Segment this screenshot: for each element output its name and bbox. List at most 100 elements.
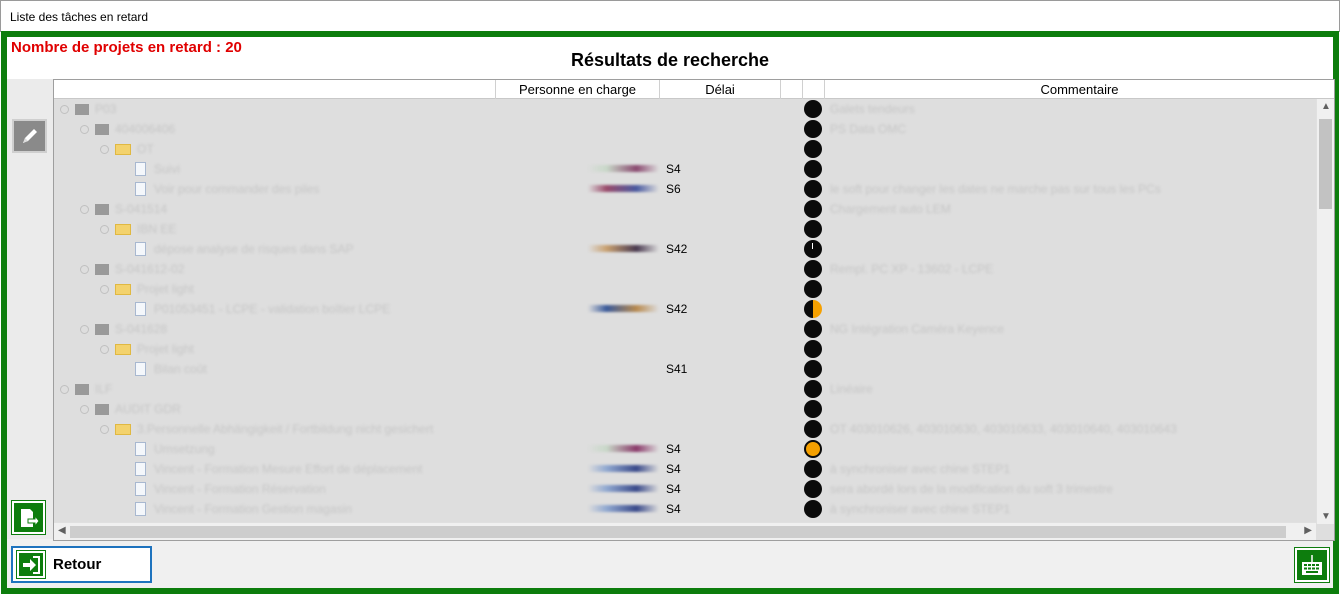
table-row[interactable]: S-041628 NG Intégration Caméra Keyence [54, 319, 1316, 339]
tree-node[interactable]: Bilan coût [120, 361, 207, 377]
column-header-person[interactable]: Personne en charge [495, 80, 659, 99]
tree-node[interactable]: AUDIT GDR [80, 401, 181, 417]
table-row[interactable]: Umsetzung S4 [54, 439, 1316, 459]
delay-value: S4 [666, 462, 681, 476]
delay-value: S4 [666, 502, 681, 516]
tree-node[interactable]: Umsetzung [120, 441, 215, 457]
expander-icon[interactable] [80, 324, 89, 334]
folder-icon [115, 423, 131, 435]
tree-label: ILF [95, 382, 113, 396]
table-row[interactable]: P03 Galets tendeurs [54, 99, 1316, 119]
status-indicator-icon [804, 220, 822, 238]
column-header-status[interactable] [802, 80, 824, 99]
tree-node[interactable]: S-041514 [80, 201, 167, 217]
column-header-blank[interactable] [780, 80, 802, 99]
status-indicator-icon [804, 500, 822, 518]
comment-text: à synchroniser avec chine STEP1 [830, 462, 1011, 476]
document-icon [135, 302, 146, 316]
scroll-right-arrow-icon[interactable]: ▶ [1304, 525, 1312, 536]
table-row[interactable]: Projet light [54, 279, 1316, 299]
table-row[interactable]: Vincent - Formation Mesure Effort de dép… [54, 459, 1316, 479]
tree-label: Projet light [137, 282, 194, 296]
tree-node[interactable]: Vincent - Formation Gestion magasin [120, 501, 352, 517]
column-header-comment[interactable]: Commentaire [824, 80, 1334, 99]
comment-text: à synchroniser avec chine STEP1 [830, 502, 1011, 516]
scroll-down-arrow-icon[interactable]: ▼ [1321, 511, 1331, 522]
document-icon [135, 362, 146, 376]
table-row[interactable]: Bilan coût S41 [54, 359, 1316, 379]
project-icon [95, 123, 109, 135]
expander-icon[interactable] [80, 264, 89, 274]
expander-icon[interactable] [100, 424, 109, 434]
person-in-charge [584, 245, 659, 252]
tree-node[interactable]: 404006406 [80, 121, 175, 137]
project-icon [75, 103, 89, 115]
table-row[interactable]: IBN EE [54, 219, 1316, 239]
expander-icon[interactable] [100, 224, 109, 234]
table-row[interactable]: AUDIT GDR [54, 399, 1316, 419]
status-indicator-icon [804, 140, 822, 158]
column-header-tree[interactable] [54, 80, 495, 99]
expander-icon[interactable] [100, 344, 109, 354]
tree-node[interactable]: P03 [60, 101, 116, 117]
table-row[interactable]: Vincent - Formation Réservation S4 sera ab… [54, 479, 1316, 499]
horizontal-scroll-thumb[interactable] [70, 526, 1286, 538]
vertical-scrollbar[interactable]: ▲ ▼ [1316, 99, 1334, 524]
table-row[interactable]: 404006406 PS Data OMC [54, 119, 1316, 139]
tree-node[interactable]: Projet light [100, 341, 194, 357]
table-row[interactable]: Voir pour commander des piles S6 le soft p… [54, 179, 1316, 199]
tree-node[interactable]: IBN EE [100, 221, 176, 237]
tree-node[interactable]: dépose analyse de risques dans SAP [120, 241, 353, 257]
tree-node[interactable]: ILF [60, 381, 112, 397]
scroll-up-arrow-icon[interactable]: ▲ [1321, 101, 1331, 112]
vertical-scroll-thumb[interactable] [1319, 119, 1332, 209]
results-grid[interactable]: Personne en charge Délai Commentaire P03… [53, 79, 1335, 541]
project-icon [95, 403, 109, 415]
table-row[interactable]: OT [54, 139, 1316, 159]
expander-icon[interactable] [80, 124, 89, 134]
table-row[interactable]: ILF Linéaire [54, 379, 1316, 399]
tree-node[interactable]: OT [100, 141, 154, 157]
expander-icon[interactable] [80, 204, 89, 214]
table-row[interactable]: Vincent - Formation Gestion magasin S4 à s… [54, 499, 1316, 519]
table-row[interactable]: S-041612-02 Rempl. PC XP - 13602 - LCPE [54, 259, 1316, 279]
expander-icon[interactable] [100, 284, 109, 294]
table-row[interactable]: 3.Personnelle Abhängigkeit / Fortbildung… [54, 419, 1316, 439]
expander-icon[interactable] [60, 104, 69, 114]
person-in-charge [584, 165, 659, 172]
column-header-delay[interactable]: Délai [659, 80, 780, 99]
table-row[interactable]: Suivi S4 [54, 159, 1316, 179]
scroll-left-arrow-icon[interactable]: ◀ [58, 525, 66, 536]
tree-node[interactable]: Vincent - Formation Mesure Effort de dép… [120, 461, 422, 477]
tree-node[interactable]: S-041612-02 [80, 261, 184, 277]
tree-node[interactable]: Vincent - Formation Réservation [120, 481, 326, 497]
tree-label: AUDIT GDR [115, 402, 181, 416]
status-indicator-icon [804, 460, 822, 478]
tree-node[interactable]: S-041628 [80, 321, 167, 337]
status-indicator-icon [804, 320, 822, 338]
tree-node[interactable]: 3.Personnelle Abhängigkeit / Fortbildung… [100, 421, 433, 437]
status-indicator-icon [804, 300, 822, 318]
status-indicator-icon [804, 260, 822, 278]
tree-node[interactable]: P01053451 - LCPE - validation boîtier LC… [120, 301, 390, 317]
left-toolbar [7, 79, 53, 539]
edit-button[interactable] [12, 119, 47, 153]
table-row[interactable]: S-041514 Chargement auto LEM [54, 199, 1316, 219]
horizontal-scrollbar[interactable]: ◀ ▶ [54, 522, 1316, 540]
retour-button[interactable]: Retour [11, 546, 152, 583]
expander-icon[interactable] [100, 144, 109, 154]
export-button[interactable] [11, 500, 46, 535]
keyboard-icon [1302, 555, 1322, 575]
tree-label: S-041628 [115, 322, 168, 336]
table-row[interactable]: P01053451 - LCPE - validation boîtier LC… [54, 299, 1316, 319]
table-row[interactable]: Projet light [54, 339, 1316, 359]
tree-node[interactable]: Projet light [100, 281, 194, 297]
table-row[interactable]: dépose analyse de risques dans SAP S42 [54, 239, 1316, 259]
expander-icon[interactable] [60, 384, 69, 394]
keyboard-button[interactable] [1294, 547, 1330, 583]
tree-node[interactable]: Suivi [120, 161, 180, 177]
expander-icon[interactable] [80, 404, 89, 414]
page-title: Résultats de recherche [570, 50, 770, 70]
tree-node[interactable]: Voir pour commander des piles [120, 181, 319, 197]
document-icon [135, 242, 146, 256]
